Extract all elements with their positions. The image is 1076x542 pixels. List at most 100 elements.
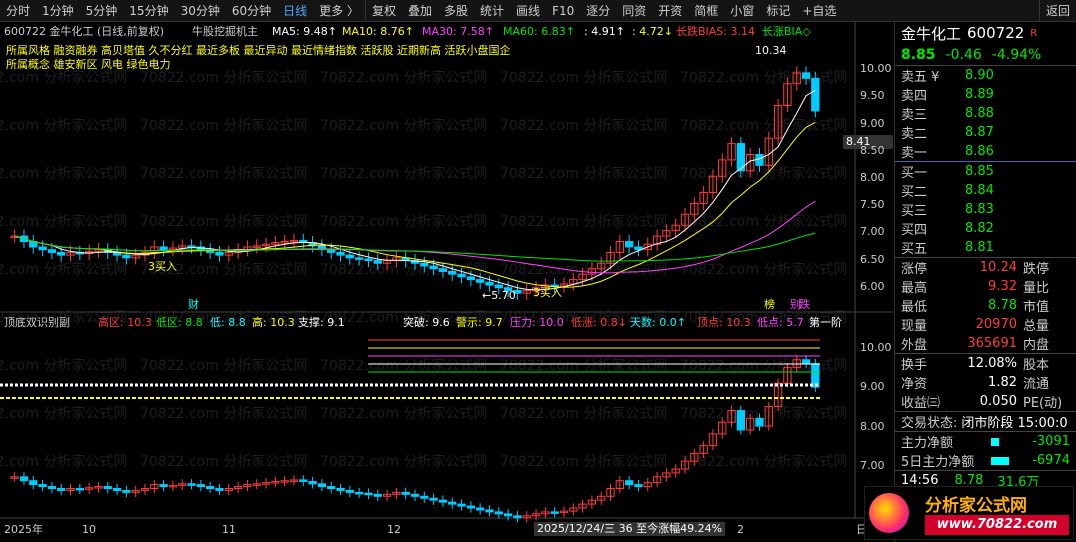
orderbook-price: 8.81	[965, 240, 994, 255]
trade-status-label: 交易状态:	[901, 416, 958, 431]
trade-status-value: 闭市阶段 15:00:0	[961, 416, 1068, 431]
stat-label: 外盘	[901, 338, 928, 353]
watermark-text: 70822.com 分析家公式网	[0, 213, 127, 230]
flow-row[interactable]: 5日主力净额 -6974	[895, 451, 1076, 470]
lower-gao2: 高: 10.3	[252, 316, 295, 329]
stat-label-2: 市值	[1023, 300, 1050, 315]
stat-label-2: 股本	[1023, 358, 1050, 373]
toolbar-item-14[interactable]: 逐分	[580, 0, 616, 21]
stat-label-2: 跌停	[1023, 262, 1050, 277]
stat-row: 现量 20970 总量	[895, 315, 1076, 334]
toolbar-item-9[interactable]: 叠加	[402, 0, 438, 21]
bias-up: 长涨BIA◇	[762, 25, 811, 38]
watermark-text: 70822.com 分析家公式网	[680, 261, 847, 278]
v1-value: : 4.91↑	[584, 25, 625, 38]
lower-body	[466, 505, 476, 509]
toolbar-item-8[interactable]: 复权	[364, 0, 402, 21]
ma10-value: MA10: 8.76↑	[342, 25, 414, 38]
lower-di: 低: 8.8	[210, 316, 246, 329]
toolbar-item-4[interactable]: 30分钟	[175, 0, 226, 21]
lower-body	[448, 501, 457, 505]
candle-body	[47, 249, 57, 253]
watermark-text: 70822.com 分析家公式网	[0, 357, 127, 374]
chart-canvas[interactable]: 70822.com 分析家公式网 70822.com 分析家公式网 70822.co…	[0, 22, 893, 542]
lower-body	[429, 497, 438, 501]
site-logo: 分析家公式网 www.70822.com	[864, 486, 1074, 540]
lower-body	[187, 483, 196, 486]
watermark-text: 70822.com 分析家公式网	[680, 405, 847, 422]
toolbar-item-7[interactable]: 更多 〉	[313, 0, 365, 21]
stat-row: 涨停 10.24 跌停	[895, 258, 1076, 277]
toolbar-item-1[interactable]: 1分钟	[36, 0, 80, 21]
watermark-text: 70822.com 分析家公式网	[320, 69, 487, 86]
stat-row: 外盘 365691 内盘	[895, 334, 1076, 353]
lower-dqu: 低区: 8.8	[156, 316, 203, 329]
lower-body	[75, 488, 84, 491]
orderbook-row[interactable]: 卖三 8.88	[895, 104, 1076, 123]
stat-value: 0.050	[979, 394, 1017, 409]
toolbar-item-12[interactable]: 画线	[510, 0, 546, 21]
candle-body	[159, 246, 168, 251]
candle-body	[624, 241, 634, 248]
watermark-text: 70822.com 分析家公式网	[680, 453, 847, 470]
toolbar-item-15[interactable]: 同资	[616, 0, 652, 21]
indicator-name: 牛股挖掘机主	[192, 25, 258, 38]
date-tooltip: 2025/12/24/三 36 至今涨幅49.24%	[534, 522, 726, 536]
orderbook-row[interactable]: 卖一 8.86	[895, 142, 1076, 161]
price-axis-label: 7.50	[860, 198, 885, 211]
toolbar-item-3[interactable]: 15分钟	[123, 0, 174, 21]
buy-signal-2: 3买入	[533, 286, 562, 299]
toolbar-item-20[interactable]: +自选	[796, 0, 842, 21]
toolbar-item-5[interactable]: 60分钟	[226, 0, 277, 21]
ma5-value: MA5: 9.48↑	[272, 25, 337, 38]
orderbook-row[interactable]: 卖四 8.89	[895, 85, 1076, 104]
stat-label-2: 总量	[1023, 319, 1050, 334]
watermark-text: 70822.com 分析家公式网	[680, 357, 847, 374]
orderbook-price: 8.88	[965, 106, 994, 121]
orderbook-row[interactable]: 买二 8.84	[895, 181, 1076, 200]
orderbook-row[interactable]: 买三 8.83	[895, 200, 1076, 219]
orderbook-row[interactable]: 买一 8.85	[895, 162, 1076, 181]
toolbar-item-10[interactable]: 多股	[438, 0, 474, 21]
price-axis-label: 8.50	[860, 144, 885, 157]
toolbar-item-0[interactable]: 分时	[0, 0, 36, 21]
orderbook-price: 8.83	[965, 202, 994, 217]
watermark-text: 70822.com 分析家公式网	[500, 453, 667, 470]
orderbook-price: 8.87	[965, 125, 994, 140]
toolbar-item-18[interactable]: 小窗	[724, 0, 760, 21]
stat-label-2: 内盘	[1023, 338, 1050, 353]
watermark-text: 70822.com 分析家公式网	[320, 405, 487, 422]
v2-value: : 4.72↓	[632, 25, 673, 38]
orderbook-price: 8.84	[965, 183, 994, 198]
price-axis-label: 9.00	[860, 117, 885, 130]
flow-row[interactable]: 主力净额 -3091	[895, 432, 1076, 451]
stat-label: 净资	[901, 377, 928, 392]
watermark-text: 70822.com 分析家公式网	[500, 117, 667, 134]
toolbar-item-17[interactable]: 简框	[688, 0, 724, 21]
toolbar-item-19[interactable]: 标记	[760, 0, 796, 21]
toolbar-item-2[interactable]: 5分钟	[80, 0, 124, 21]
orderbook-row[interactable]: 卖五 ¥ 8.90	[895, 66, 1076, 85]
date-m2: 2	[737, 523, 744, 536]
toolbar-item-21[interactable]: 返回	[1038, 0, 1076, 21]
toolbar-item-6[interactable]: 日线	[277, 0, 313, 21]
lower-gao: 高区: 10.3	[98, 316, 152, 329]
orderbook-price: 8.86	[965, 144, 994, 159]
orderbook-row[interactable]: 买四 8.82	[895, 219, 1076, 238]
ma60-value: MA60: 6.83↑	[503, 25, 575, 38]
orderbook-row[interactable]: 买五 8.81	[895, 238, 1076, 257]
candle-body	[466, 276, 476, 281]
stats-table-2: 换手 12.08% 股本 净资 1.82 流通 收益㈢ 0.050 PE(动)	[895, 353, 1076, 411]
watermark-text: 70822.com 分析家公式网	[500, 213, 667, 230]
lower-body	[47, 486, 57, 489]
bias-down: 长跌BIAS: 3.14	[676, 25, 755, 38]
logo-url: www.70822.com	[925, 515, 1069, 535]
stat-value: 9.32	[988, 279, 1017, 294]
toolbar-item-13[interactable]: F10	[546, 0, 580, 21]
toolbar-item-11[interactable]: 统计	[474, 0, 510, 21]
chart-area[interactable]: 70822.com 分析家公式网 70822.com 分析家公式网 70822.co…	[0, 22, 893, 542]
lower-body	[196, 484, 206, 488]
lower-axis-label: 9.00	[860, 380, 885, 393]
orderbook-row[interactable]: 卖二 8.87	[895, 123, 1076, 142]
toolbar-item-16[interactable]: 开资	[652, 0, 688, 21]
